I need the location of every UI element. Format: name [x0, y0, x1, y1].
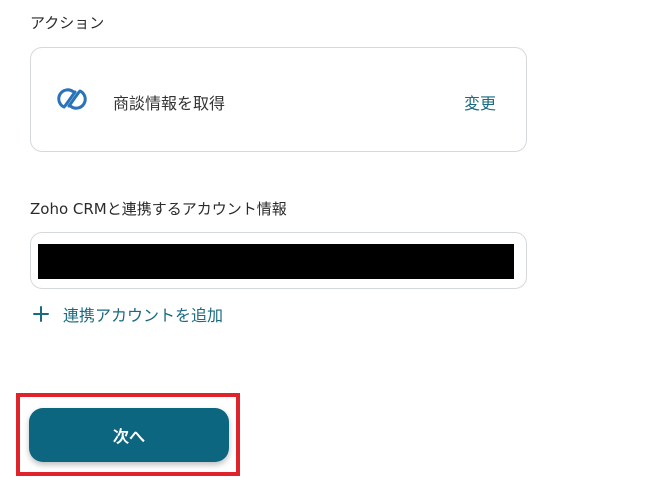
- action-card: 商談情報を取得 変更: [30, 47, 527, 152]
- action-section-label: アクション: [30, 14, 105, 32]
- action-name: 商談情報を取得: [113, 94, 226, 113]
- change-action-link[interactable]: 変更: [464, 90, 496, 114]
- add-account-button[interactable]: 連携アカウントを追加: [32, 303, 223, 325]
- zoho-crm-icon: [51, 83, 93, 115]
- account-section-label: Zoho CRMと連携するアカウント情報: [30, 200, 287, 218]
- account-value-redacted: [38, 244, 514, 279]
- account-select-field[interactable]: [30, 232, 527, 289]
- add-account-label: 連携アカウントを追加: [63, 306, 224, 325]
- plus-icon: [32, 305, 50, 323]
- next-button[interactable]: 次へ: [29, 408, 229, 462]
